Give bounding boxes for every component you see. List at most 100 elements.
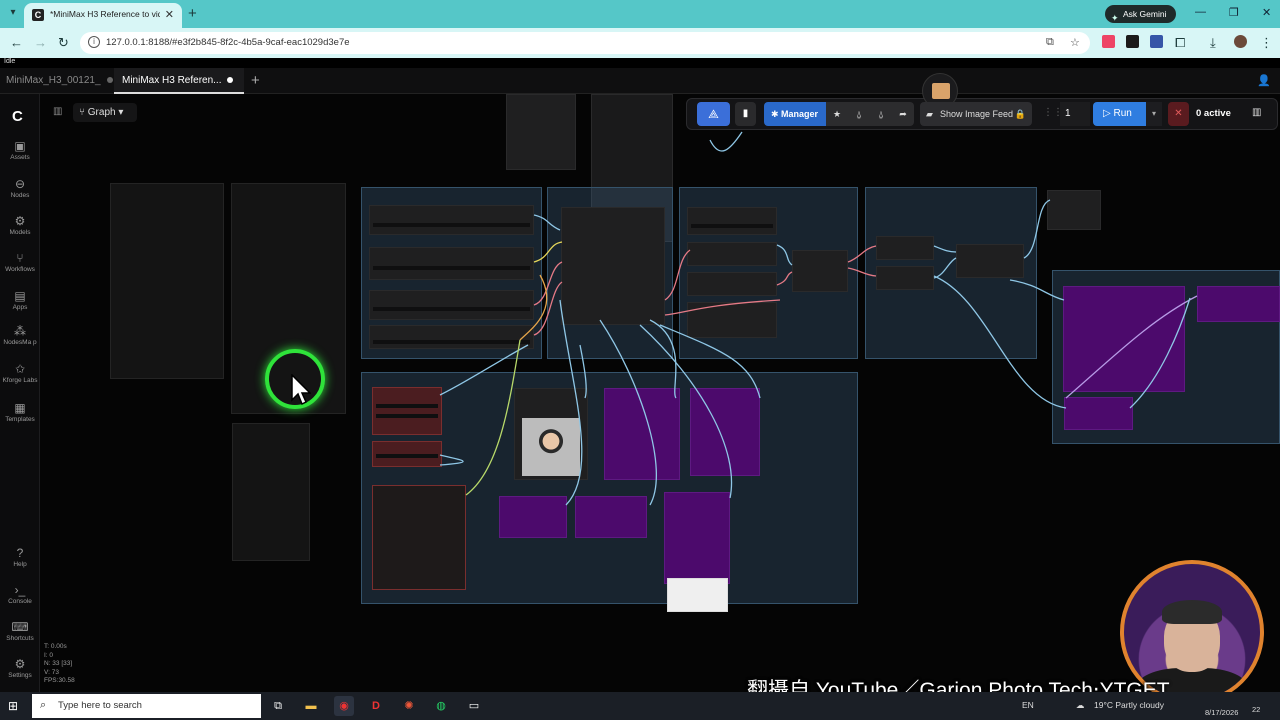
- chrome-icon[interactable]: ◉: [334, 696, 354, 716]
- graph-node[interactable]: [604, 388, 680, 480]
- reload-icon[interactable]: ↻: [58, 35, 69, 51]
- graph-node[interactable]: [369, 290, 534, 320]
- graph-node[interactable]: [369, 205, 534, 235]
- manager-button[interactable]: ✱ Manager: [764, 102, 826, 126]
- weather-text[interactable]: 19°C Partly cloudy: [1094, 700, 1164, 710]
- comfy-logo-icon[interactable]: C: [12, 108, 23, 125]
- graph-node[interactable]: [499, 496, 567, 538]
- graph-node[interactable]: [664, 492, 730, 584]
- forward-icon[interactable]: →: [34, 35, 47, 50]
- address-bar[interactable]: i 127.0.0.1:8188/#e3f2b845-8f2c-4b5a-9ca…: [80, 32, 1090, 54]
- extension-icon[interactable]: [1102, 35, 1115, 48]
- browser-tab[interactable]: C *MiniMax H3 Reference to vide ✕: [24, 3, 182, 28]
- show-image-feed-button[interactable]: ▰ Show Image Feed 🔒: [920, 102, 1032, 126]
- graph-node[interactable]: [876, 266, 934, 290]
- node-widget[interactable]: [373, 340, 530, 344]
- workflow-tab-2[interactable]: MiniMax H3 Referen...: [114, 68, 244, 94]
- maximize-button[interactable]: ❐: [1229, 6, 1239, 19]
- star-icon[interactable]: ★: [826, 102, 848, 126]
- graph-node[interactable]: [687, 302, 777, 338]
- ask-gemini-button[interactable]: ✦ Ask Gemini: [1105, 5, 1176, 23]
- graph-node[interactable]: [369, 247, 534, 280]
- site-info-icon[interactable]: i: [88, 36, 100, 48]
- share-icon[interactable]: ➦: [892, 102, 914, 126]
- run-options-chevron-icon[interactable]: ▾: [1146, 102, 1162, 126]
- graph-node[interactable]: [687, 272, 777, 296]
- graph-node[interactable]: [687, 207, 777, 235]
- minimize-button[interactable]: —: [1195, 6, 1206, 18]
- graph-node[interactable]: [561, 207, 665, 325]
- node-widget[interactable]: [376, 454, 438, 458]
- user-icon[interactable]: 👤: [1257, 74, 1271, 87]
- whatsapp-icon[interactable]: ◍: [431, 696, 451, 716]
- new-tab-button[interactable]: +: [188, 5, 197, 22]
- graph-node[interactable]: [690, 388, 760, 476]
- close-window-button[interactable]: ✕: [1262, 6, 1271, 19]
- sidebar-item-settings[interactable]: ⚙ Settings: [0, 657, 40, 679]
- sidebar-item-nodes[interactable]: ⊖ Nodes: [0, 177, 40, 199]
- toggle-panel-icon[interactable]: ▥: [53, 106, 62, 117]
- downloads-icon[interactable]: ⤓: [1210, 35, 1216, 51]
- task-view-icon[interactable]: ⧉: [268, 696, 288, 716]
- graph-node[interactable]: [1064, 397, 1133, 430]
- davinci-icon[interactable]: D: [366, 696, 386, 716]
- sidebar-item-assets[interactable]: ▣ Assets: [0, 139, 40, 161]
- tray-lang[interactable]: EN: [1022, 700, 1034, 710]
- graph-node[interactable]: [110, 183, 224, 379]
- profile-avatar[interactable]: [1234, 35, 1247, 48]
- sidebar-item-help[interactable]: ? Help: [0, 546, 40, 568]
- graph-node[interactable]: [956, 244, 1024, 278]
- tab-search-icon[interactable]: ▾: [6, 7, 20, 21]
- extension-blue-icon[interactable]: [1150, 35, 1163, 48]
- graph-node[interactable]: [792, 250, 848, 292]
- terminal-icon[interactable]: ▭: [464, 696, 484, 716]
- active-queue-label[interactable]: 0 active: [1196, 102, 1244, 126]
- node-widget[interactable]: [373, 307, 530, 311]
- batch-count-input[interactable]: 1: [1060, 102, 1090, 126]
- toggle-right-panel-icon[interactable]: ▥: [1252, 107, 1261, 118]
- graph-node[interactable]: [575, 496, 647, 538]
- node-widget[interactable]: [376, 404, 438, 408]
- graph-node[interactable]: [1047, 190, 1101, 230]
- taskbar-search-box[interactable]: ⌕ Type here to search: [32, 694, 261, 718]
- cancel-run-button[interactable]: ✕: [1168, 102, 1189, 126]
- mask-icon[interactable]: ⍙: [870, 102, 892, 126]
- install-icon[interactable]: ⧉: [1046, 36, 1054, 49]
- close-tab-icon[interactable]: ✕: [165, 8, 174, 21]
- tray-date[interactable]: 8/17/2026: [1205, 708, 1238, 717]
- graph-node[interactable]: [506, 94, 576, 170]
- graph-node[interactable]: [1063, 286, 1185, 392]
- sidebar-item-console[interactable]: ›_ Console: [0, 583, 40, 605]
- app-asterisk-icon[interactable]: ✺: [399, 696, 419, 716]
- graph-mode-button[interactable]: ⑂ Graph ▾: [73, 103, 137, 122]
- graph-node[interactable]: [687, 242, 777, 266]
- add-workflow-tab-button[interactable]: +: [251, 72, 260, 89]
- graph-node[interactable]: [372, 485, 466, 590]
- sidebar-item-shortcuts[interactable]: ⌨ Shortcuts: [0, 620, 40, 642]
- comfy-extension-icon[interactable]: [1126, 35, 1139, 48]
- extensions-puzzle-icon[interactable]: ⧠: [1175, 35, 1185, 51]
- weather-icon[interactable]: ☁: [1076, 700, 1085, 711]
- workflow-tab-1[interactable]: MiniMax_H3_00121_: [6, 68, 113, 94]
- sidebar-item-templates[interactable]: ▦ Templates: [0, 401, 40, 423]
- notifications-badge[interactable]: 22: [1252, 705, 1260, 714]
- file-explorer-icon[interactable]: ▬: [301, 696, 321, 716]
- graph-node[interactable]: [372, 441, 442, 467]
- node-widget[interactable]: [376, 414, 438, 418]
- graph-node[interactable]: [876, 236, 934, 260]
- bookmark-button[interactable]: ▮: [735, 102, 756, 126]
- node-widget[interactable]: [691, 224, 773, 228]
- node-widget[interactable]: [373, 266, 530, 270]
- graph-node[interactable]: [372, 387, 442, 435]
- node-widget[interactable]: [373, 223, 530, 227]
- graph-node[interactable]: [369, 325, 534, 349]
- windows-start-icon[interactable]: ⊞: [8, 699, 22, 713]
- translate-icon[interactable]: ⍙: [848, 102, 870, 126]
- browser-menu-icon[interactable]: ⋮: [1260, 35, 1273, 51]
- graph-node[interactable]: [232, 423, 310, 561]
- sidebar-item-apps[interactable]: ▤ Apps: [0, 289, 40, 311]
- run-button[interactable]: ▷ Run: [1093, 102, 1146, 126]
- back-icon[interactable]: ←: [10, 35, 23, 50]
- sidebar-item-kforge[interactable]: ✩ Kforge Labs: [0, 362, 40, 384]
- bookmark-star-icon[interactable]: ☆: [1070, 36, 1080, 49]
